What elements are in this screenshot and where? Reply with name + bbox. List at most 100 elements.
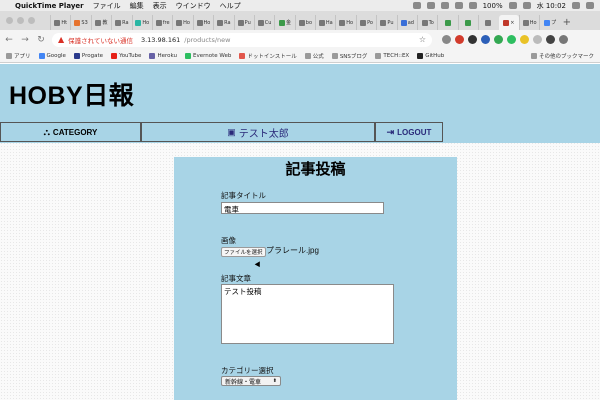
wifi-icon[interactable]: [454, 2, 463, 9]
status-icon[interactable]: [426, 2, 435, 9]
browser-tab[interactable]: Ho: [335, 15, 355, 30]
tab-favicon-icon: [54, 19, 61, 26]
browser-tab[interactable]: Ho: [172, 15, 192, 30]
menu-app-name[interactable]: QuickTime Player: [15, 2, 84, 10]
browser-tab[interactable]: Po: [355, 15, 376, 30]
body-label: 記事文章: [221, 274, 251, 283]
new-tab-button[interactable]: +: [560, 15, 574, 30]
tab-favicon-icon: [318, 19, 325, 26]
url-host: 3.13.98.161: [140, 35, 181, 44]
browser-tab[interactable]: プ: [539, 15, 559, 30]
browser-tab[interactable]: 教: [90, 15, 111, 30]
profile-avatar-icon[interactable]: [546, 35, 555, 44]
status-icon[interactable]: [412, 2, 421, 9]
zoom-window-button[interactable]: [28, 17, 35, 24]
tab-favicon-icon: [257, 19, 264, 26]
menu-file[interactable]: ファイル: [93, 1, 121, 11]
browser-tab[interactable]: Ha: [315, 15, 335, 30]
tab-favicon-icon: [278, 19, 285, 26]
browser-tab-strip: Ht S3 教 Ra Ho fre Ho Ho Ra Pu Cu 金 bo Ha…: [0, 11, 600, 30]
browser-tab[interactable]: [457, 15, 478, 30]
menu-edit[interactable]: 編集: [130, 1, 144, 11]
browser-tab-active[interactable]: ×: [498, 15, 519, 30]
chevron-updown-icon: ⬍: [272, 378, 277, 384]
minimize-window-button[interactable]: [17, 17, 24, 24]
bookmark-folder-techex[interactable]: TECH::EX: [375, 52, 409, 59]
tab-close-icon[interactable]: ×: [510, 20, 514, 26]
tab-favicon-icon: [176, 19, 183, 26]
extension-icon[interactable]: [520, 35, 529, 44]
skype-icon[interactable]: [440, 2, 449, 9]
reload-icon[interactable]: ↻: [36, 35, 46, 45]
extension-icon[interactable]: [533, 35, 542, 44]
tab-favicon-icon: [237, 19, 244, 26]
browser-tab[interactable]: Ra: [213, 15, 233, 30]
volume-icon[interactable]: [468, 2, 477, 9]
bookmark-apps[interactable]: アプリ: [6, 52, 31, 60]
browser-tab[interactable]: To: [417, 15, 437, 30]
close-window-button[interactable]: [6, 17, 13, 24]
youtube-icon: [111, 52, 118, 59]
menu-window[interactable]: ウインドウ: [176, 1, 211, 11]
title-input[interactable]: 電車: [221, 202, 384, 214]
notification-center-icon[interactable]: [586, 2, 594, 9]
google-icon: [38, 52, 45, 59]
spotlight-icon[interactable]: [572, 2, 580, 9]
forward-arrow-icon[interactable]: →: [20, 35, 30, 45]
post-form: 記事投稿 記事タイトル 電車 画像 ファイルを選択 プラレール.jpg 記事文章…: [174, 157, 457, 400]
input-source-icon[interactable]: [522, 2, 531, 9]
browser-tab[interactable]: Ho: [518, 15, 539, 30]
browser-tab[interactable]: Cu: [253, 15, 274, 30]
browser-tab[interactable]: [437, 15, 457, 30]
bookmark-heroku[interactable]: Heroku: [149, 52, 177, 59]
category-nav-button[interactable]: ⛬ CATEGORY: [0, 122, 141, 142]
browser-tab[interactable]: S3: [70, 15, 90, 30]
back-arrow-icon[interactable]: ←: [4, 35, 14, 45]
browser-tab[interactable]: 金: [274, 15, 294, 30]
browser-tab[interactable]: Ht: [50, 15, 70, 30]
extension-icon[interactable]: [494, 35, 503, 44]
browser-tab[interactable]: bo: [294, 15, 315, 30]
file-select-button[interactable]: ファイルを選択: [221, 247, 266, 257]
bookmark-other[interactable]: その他のブックマーク: [530, 52, 594, 60]
evernote-icon[interactable]: [507, 35, 516, 44]
battery-icon[interactable]: [508, 2, 517, 9]
bookmark-evernote[interactable]: Evernote Web: [184, 52, 231, 59]
bookmark-folder-sns[interactable]: SNSブログ: [331, 52, 367, 60]
menu-view[interactable]: 表示: [153, 1, 167, 11]
category-label: CATEGORY: [52, 127, 98, 137]
browser-tab[interactable]: Pu: [233, 15, 254, 30]
tab-favicon-icon: [196, 19, 203, 26]
opera-extension-icon[interactable]: [455, 35, 464, 44]
browser-tab[interactable]: [478, 15, 498, 30]
extension-icon[interactable]: [468, 35, 477, 44]
tab-favicon-icon: [444, 19, 451, 26]
category-select[interactable]: 新幹線・電車 ⬍: [221, 376, 281, 386]
bookmark-folder-official[interactable]: 公式: [304, 52, 324, 60]
user-nav-button[interactable]: ▣ テスト太郎: [141, 122, 375, 142]
bookmark-youtube[interactable]: YouTube: [111, 52, 141, 59]
browser-tab[interactable]: Ra: [111, 15, 131, 30]
site-logo[interactable]: HOBY日報: [9, 76, 134, 112]
warning-icon[interactable]: ▲: [58, 35, 64, 44]
menu-help[interactable]: ヘルプ: [220, 1, 241, 11]
extension-icon[interactable]: [481, 35, 490, 44]
key-icon[interactable]: [442, 35, 451, 44]
browser-tab[interactable]: Ho: [131, 15, 152, 30]
bookmark-github[interactable]: GitHub: [417, 52, 444, 59]
chrome-menu-icon[interactable]: [559, 35, 568, 44]
menu-clock[interactable]: 水 10:02: [537, 1, 566, 11]
browser-tab[interactable]: Ho: [192, 15, 213, 30]
bookmark-dotinstall[interactable]: ドットインストール: [239, 52, 297, 60]
bookmark-google[interactable]: Google: [38, 52, 66, 59]
logout-button[interactable]: ⇥ LOGOUT: [375, 122, 443, 142]
bookmark-star-icon[interactable]: ☆: [419, 35, 426, 44]
browser-tab[interactable]: Pu: [376, 15, 396, 30]
evernote-icon: [184, 52, 191, 59]
address-bar[interactable]: ▲ 保護されていない通信 3.13.98.161/products/new ☆: [52, 32, 432, 47]
browser-tab[interactable]: ad: [396, 15, 417, 30]
body-textarea[interactable]: テスト投稿: [221, 284, 394, 344]
bookmark-progate[interactable]: Progate: [73, 52, 103, 59]
browser-tab[interactable]: fre: [151, 15, 172, 30]
security-status[interactable]: 保護されていない通信: [68, 35, 133, 45]
